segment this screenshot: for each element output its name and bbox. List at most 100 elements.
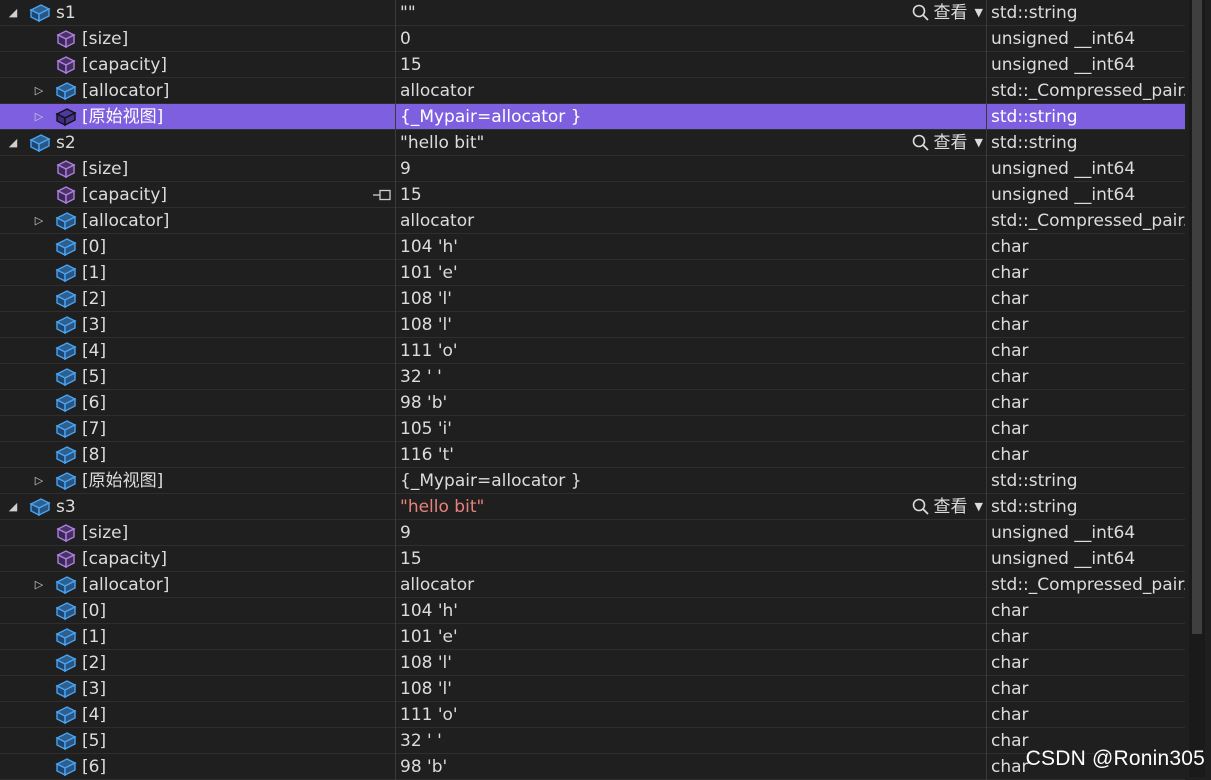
dropdown-arrow-icon[interactable]: ▼ <box>975 130 983 156</box>
value-cell[interactable]: 108 'l' <box>395 312 985 338</box>
view-button[interactable]: 查看 ▼ <box>911 0 983 26</box>
value-cell[interactable]: 104 'h' <box>395 234 985 260</box>
value-cell[interactable]: 108 'l' <box>395 676 985 702</box>
variable-type: std::string <box>991 497 1078 517</box>
value-cell[interactable]: 9 <box>395 156 985 182</box>
value-cell[interactable]: allocator <box>395 78 985 104</box>
value-cell[interactable]: 98 'b' <box>395 754 985 780</box>
value-cell[interactable]: {_Mypair=allocator } <box>395 468 985 494</box>
watch-row[interactable]: [capacity] 15 unsigned __int64 <box>0 52 1185 78</box>
watch-row[interactable]: ▷ [allocator] allocator std::_Compressed_pa… <box>0 208 1185 234</box>
dropdown-arrow-icon[interactable]: ▼ <box>975 494 983 520</box>
value-cell[interactable]: allocator <box>395 208 985 234</box>
expand-arrow-icon[interactable]: ▷ <box>32 208 46 234</box>
watch-row[interactable]: [3] 108 'l' char <box>0 676 1185 702</box>
value-cell[interactable]: "" 查看 ▼ <box>395 0 985 26</box>
variable-name: [size] <box>82 523 129 543</box>
variable-name: [6] <box>82 757 107 777</box>
variable-value: {_Mypair=allocator } <box>400 107 582 127</box>
variable-value: 15 <box>400 549 422 569</box>
watch-row[interactable]: [size] 0 unsigned __int64 <box>0 26 1185 52</box>
watch-row[interactable]: [4] 111 'o' char <box>0 702 1185 728</box>
variable-type: unsigned __int64 <box>991 523 1136 543</box>
watch-row[interactable]: ◢ s2 "hello bit" 查看 ▼ std::string <box>0 130 1185 156</box>
view-button[interactable]: 查看 ▼ <box>911 130 983 156</box>
value-cell[interactable]: 0 <box>395 26 985 52</box>
watch-row[interactable]: ◢ s1 "" 查看 ▼ std::string <box>0 0 1185 26</box>
value-cell[interactable]: 32 ' ' <box>395 364 985 390</box>
watch-row[interactable]: [2] 108 'l' char <box>0 650 1185 676</box>
value-cell[interactable]: 98 'b' <box>395 390 985 416</box>
value-cell[interactable]: 101 'e' <box>395 260 985 286</box>
watch-row[interactable]: [3] 108 'l' char <box>0 312 1185 338</box>
watch-row[interactable]: [8] 116 't' char <box>0 442 1185 468</box>
watch-row[interactable]: [5] 32 ' ' char <box>0 728 1185 754</box>
collapse-arrow-icon[interactable]: ◢ <box>6 0 20 26</box>
value-cell[interactable]: 105 'i' <box>395 416 985 442</box>
watch-row[interactable]: [capacity] 15 unsigned __int64 <box>0 182 1185 208</box>
name-cell: [capacity] <box>0 182 394 208</box>
watch-row[interactable]: [0] 104 'h' char <box>0 234 1185 260</box>
magnifier-icon <box>911 3 931 23</box>
watch-row[interactable]: ▷ [allocator] allocator std::_Compressed_pa… <box>0 572 1185 598</box>
value-cell[interactable]: 15 <box>395 52 985 78</box>
type-cell: std::string <box>986 130 1185 156</box>
watch-row[interactable]: [2] 108 'l' char <box>0 286 1185 312</box>
value-cell[interactable]: "hello bit" 查看 ▼ <box>395 494 985 520</box>
value-cell[interactable]: "hello bit" 查看 ▼ <box>395 130 985 156</box>
view-button[interactable]: 查看 ▼ <box>911 494 983 520</box>
type-cell: char <box>986 624 1185 650</box>
value-cell[interactable]: 108 'l' <box>395 650 985 676</box>
watch-row[interactable]: ▷ [原始视图] {_Mypair=allocator } std::string <box>0 468 1185 494</box>
dropdown-arrow-icon[interactable]: ▼ <box>975 0 983 26</box>
scrollbar-thumb[interactable] <box>1192 0 1202 634</box>
variable-type: unsigned __int64 <box>991 55 1136 75</box>
value-cell[interactable]: allocator <box>395 572 985 598</box>
vertical-scrollbar[interactable] <box>1189 0 1205 777</box>
watch-row[interactable]: ▷ [allocator] allocator std::_Compressed_pa… <box>0 78 1185 104</box>
object-cube-icon <box>55 679 77 699</box>
value-cell[interactable]: {_Mypair=allocator } <box>395 104 985 130</box>
expand-arrow-icon[interactable]: ▷ <box>32 468 46 494</box>
object-cube-icon <box>55 445 77 465</box>
value-cell[interactable]: 9 <box>395 520 985 546</box>
watch-row[interactable]: [5] 32 ' ' char <box>0 364 1185 390</box>
name-cell: ▷ [原始视图] <box>0 104 394 130</box>
watch-row[interactable]: [capacity] 15 unsigned __int64 <box>0 546 1185 572</box>
watch-row[interactable]: [1] 101 'e' char <box>0 624 1185 650</box>
watch-row[interactable]: [0] 104 'h' char <box>0 598 1185 624</box>
expand-arrow-icon[interactable]: ▷ <box>32 104 46 130</box>
name-cell: [size] <box>0 156 394 182</box>
collapse-arrow-icon[interactable]: ◢ <box>6 494 20 520</box>
watch-row[interactable]: [size] 9 unsigned __int64 <box>0 520 1185 546</box>
value-cell[interactable]: 111 'o' <box>395 338 985 364</box>
object-cube-icon <box>55 107 77 127</box>
variable-value: 108 'l' <box>400 315 452 335</box>
value-cell[interactable]: 108 'l' <box>395 286 985 312</box>
expand-arrow-icon[interactable]: ▷ <box>32 78 46 104</box>
value-cell[interactable]: 15 <box>395 546 985 572</box>
watch-row[interactable]: ▷ [原始视图] {_Mypair=allocator } std::string <box>0 104 1185 130</box>
watch-row[interactable]: [1] 101 'e' char <box>0 260 1185 286</box>
magnifier-icon <box>911 133 931 153</box>
type-cell: char <box>986 416 1185 442</box>
name-cell: [5] <box>0 728 394 754</box>
name-cell: [capacity] <box>0 52 394 78</box>
expand-arrow-icon[interactable]: ▷ <box>32 572 46 598</box>
watch-row[interactable]: [6] 98 'b' char <box>0 754 1185 780</box>
value-cell[interactable]: 32 ' ' <box>395 728 985 754</box>
value-cell[interactable]: 15 <box>395 182 985 208</box>
watch-row[interactable]: [7] 105 'i' char <box>0 416 1185 442</box>
value-cell[interactable]: 104 'h' <box>395 598 985 624</box>
watch-row[interactable]: [4] 111 'o' char <box>0 338 1185 364</box>
watch-row[interactable]: ◢ s3 "hello bit" 查看 ▼ std::string <box>0 494 1185 520</box>
value-cell[interactable]: 101 'e' <box>395 624 985 650</box>
watch-row[interactable]: [6] 98 'b' char <box>0 390 1185 416</box>
watch-row[interactable]: [size] 9 unsigned __int64 <box>0 156 1185 182</box>
pin-icon[interactable] <box>372 188 392 202</box>
collapse-arrow-icon[interactable]: ◢ <box>6 130 20 156</box>
name-cell: [7] <box>0 416 394 442</box>
value-cell[interactable]: 111 'o' <box>395 702 985 728</box>
value-cell[interactable]: 116 't' <box>395 442 985 468</box>
variable-name: s3 <box>56 497 76 517</box>
